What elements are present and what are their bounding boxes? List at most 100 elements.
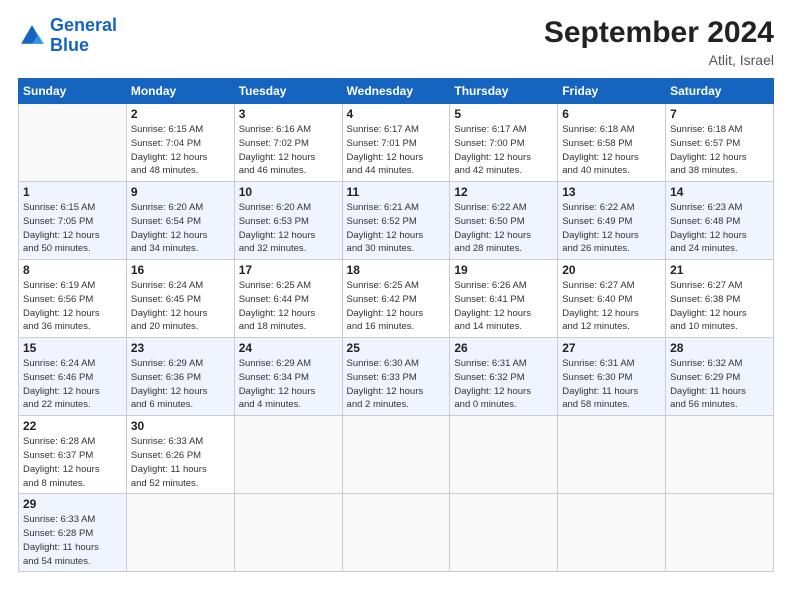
calendar-header-row: Sunday Monday Tuesday Wednesday Thursday… xyxy=(19,79,774,104)
location: Atlit, Israel xyxy=(544,52,774,68)
day-info: Sunrise: 6:22 AM Sunset: 6:49 PM Dayligh… xyxy=(562,201,661,256)
day-info: Sunrise: 6:24 AM Sunset: 6:46 PM Dayligh… xyxy=(23,357,122,412)
table-row: 15 Sunrise: 6:24 AM Sunset: 6:46 PM Dayli… xyxy=(19,338,127,416)
day-info: Sunrise: 6:20 AM Sunset: 6:54 PM Dayligh… xyxy=(131,201,230,256)
day-info: Sunrise: 6:17 AM Sunset: 7:00 PM Dayligh… xyxy=(454,123,553,178)
day-info: Sunrise: 6:28 AM Sunset: 6:37 PM Dayligh… xyxy=(23,435,122,490)
day-number: 27 xyxy=(562,341,661,355)
table-row: 22 Sunrise: 6:28 AM Sunset: 6:37 PM Dayli… xyxy=(19,416,127,494)
day-info: Sunrise: 6:24 AM Sunset: 6:45 PM Dayligh… xyxy=(131,279,230,334)
day-number: 29 xyxy=(23,497,122,511)
table-row xyxy=(450,416,558,494)
day-info: Sunrise: 6:27 AM Sunset: 6:38 PM Dayligh… xyxy=(670,279,769,334)
table-row: 5 Sunrise: 6:17 AM Sunset: 7:00 PM Daylig… xyxy=(450,104,558,182)
day-info: Sunrise: 6:22 AM Sunset: 6:50 PM Dayligh… xyxy=(454,201,553,256)
table-row: 1 Sunrise: 6:15 AM Sunset: 7:05 PM Daylig… xyxy=(19,182,127,260)
col-tuesday: Tuesday xyxy=(234,79,342,104)
table-row: 7 Sunrise: 6:18 AM Sunset: 6:57 PM Daylig… xyxy=(666,104,774,182)
col-thursday: Thursday xyxy=(450,79,558,104)
table-row: 6 Sunrise: 6:18 AM Sunset: 6:58 PM Daylig… xyxy=(558,104,666,182)
day-number: 3 xyxy=(239,107,338,121)
day-number: 9 xyxy=(131,185,230,199)
day-number: 10 xyxy=(239,185,338,199)
day-info: Sunrise: 6:25 AM Sunset: 6:42 PM Dayligh… xyxy=(347,279,446,334)
day-number: 12 xyxy=(454,185,553,199)
day-number: 18 xyxy=(347,263,446,277)
table-row: 28 Sunrise: 6:32 AM Sunset: 6:29 PM Dayli… xyxy=(666,338,774,416)
table-row xyxy=(19,104,127,182)
day-number: 2 xyxy=(131,107,230,121)
col-saturday: Saturday xyxy=(666,79,774,104)
table-row: 24 Sunrise: 6:29 AM Sunset: 6:34 PM Dayli… xyxy=(234,338,342,416)
day-info: Sunrise: 6:29 AM Sunset: 6:34 PM Dayligh… xyxy=(239,357,338,412)
day-info: Sunrise: 6:15 AM Sunset: 7:05 PM Dayligh… xyxy=(23,201,122,256)
table-row: 19 Sunrise: 6:26 AM Sunset: 6:41 PM Dayli… xyxy=(450,260,558,338)
day-number: 24 xyxy=(239,341,338,355)
day-info: Sunrise: 6:32 AM Sunset: 6:29 PM Dayligh… xyxy=(670,357,769,412)
day-number: 4 xyxy=(347,107,446,121)
table-row: 11 Sunrise: 6:21 AM Sunset: 6:52 PM Dayli… xyxy=(342,182,450,260)
table-row: 21 Sunrise: 6:27 AM Sunset: 6:38 PM Dayli… xyxy=(666,260,774,338)
table-row: 27Sunrise: 6:31 AM Sunset: 6:30 PM Dayli… xyxy=(558,338,666,416)
day-number: 22 xyxy=(23,419,122,433)
day-number: 8 xyxy=(23,263,122,277)
calendar: Sunday Monday Tuesday Wednesday Thursday… xyxy=(18,78,774,572)
day-info: Sunrise: 6:18 AM Sunset: 6:57 PM Dayligh… xyxy=(670,123,769,178)
day-number: 28 xyxy=(670,341,769,355)
day-number: 1 xyxy=(23,185,122,199)
table-row xyxy=(126,494,234,572)
table-row: 30Sunrise: 6:33 AM Sunset: 6:26 PM Dayli… xyxy=(126,416,234,494)
table-row: 2Sunrise: 6:15 AM Sunset: 7:04 PM Daylig… xyxy=(126,104,234,182)
day-info: Sunrise: 6:18 AM Sunset: 6:58 PM Dayligh… xyxy=(562,123,661,178)
table-row: 13 Sunrise: 6:22 AM Sunset: 6:49 PM Dayli… xyxy=(558,182,666,260)
day-number: 15 xyxy=(23,341,122,355)
day-info: Sunrise: 6:21 AM Sunset: 6:52 PM Dayligh… xyxy=(347,201,446,256)
header: General Blue September 2024 Atlit, Israe… xyxy=(18,16,774,68)
day-info: Sunrise: 6:20 AM Sunset: 6:53 PM Dayligh… xyxy=(239,201,338,256)
table-row xyxy=(234,416,342,494)
day-info: Sunrise: 6:23 AM Sunset: 6:48 PM Dayligh… xyxy=(670,201,769,256)
logo-text: General Blue xyxy=(50,16,117,56)
table-row xyxy=(558,494,666,572)
day-number: 7 xyxy=(670,107,769,121)
day-number: 26 xyxy=(454,341,553,355)
page: General Blue September 2024 Atlit, Israe… xyxy=(0,0,792,582)
day-number: 13 xyxy=(562,185,661,199)
col-sunday: Sunday xyxy=(19,79,127,104)
table-row: 4 Sunrise: 6:17 AM Sunset: 7:01 PM Daylig… xyxy=(342,104,450,182)
day-number: 30 xyxy=(131,419,230,433)
table-row: 29 Sunrise: 6:33 AM Sunset: 6:28 PM Dayli… xyxy=(19,494,127,572)
table-row xyxy=(666,494,774,572)
table-row: 17Sunrise: 6:25 AM Sunset: 6:44 PM Dayli… xyxy=(234,260,342,338)
day-number: 11 xyxy=(347,185,446,199)
day-number: 23 xyxy=(131,341,230,355)
col-monday: Monday xyxy=(126,79,234,104)
table-row xyxy=(558,416,666,494)
logo-icon xyxy=(18,22,46,50)
table-row: 18 Sunrise: 6:25 AM Sunset: 6:42 PM Dayli… xyxy=(342,260,450,338)
month-title: September 2024 xyxy=(544,16,774,50)
table-row: 8Sunrise: 6:19 AM Sunset: 6:56 PM Daylig… xyxy=(19,260,127,338)
day-number: 21 xyxy=(670,263,769,277)
table-row xyxy=(234,494,342,572)
table-row: 16Sunrise: 6:24 AM Sunset: 6:45 PM Dayli… xyxy=(126,260,234,338)
day-number: 19 xyxy=(454,263,553,277)
day-number: 14 xyxy=(670,185,769,199)
day-info: Sunrise: 6:26 AM Sunset: 6:41 PM Dayligh… xyxy=(454,279,553,334)
day-number: 5 xyxy=(454,107,553,121)
day-info: Sunrise: 6:33 AM Sunset: 6:28 PM Dayligh… xyxy=(23,513,122,568)
table-row: 3 Sunrise: 6:16 AM Sunset: 7:02 PM Daylig… xyxy=(234,104,342,182)
table-row: 9 Sunrise: 6:20 AM Sunset: 6:54 PM Daylig… xyxy=(126,182,234,260)
table-row xyxy=(666,416,774,494)
day-info: Sunrise: 6:31 AM Sunset: 6:32 PM Dayligh… xyxy=(454,357,553,412)
table-row: 10 Sunrise: 6:20 AM Sunset: 6:53 PM Dayli… xyxy=(234,182,342,260)
table-row: 20Sunrise: 6:27 AM Sunset: 6:40 PM Dayli… xyxy=(558,260,666,338)
day-info: Sunrise: 6:16 AM Sunset: 7:02 PM Dayligh… xyxy=(239,123,338,178)
day-number: 6 xyxy=(562,107,661,121)
day-info: Sunrise: 6:17 AM Sunset: 7:01 PM Dayligh… xyxy=(347,123,446,178)
day-info: Sunrise: 6:25 AM Sunset: 6:44 PM Dayligh… xyxy=(239,279,338,334)
title-area: September 2024 Atlit, Israel xyxy=(544,16,774,68)
table-row: 26 Sunrise: 6:31 AM Sunset: 6:32 PM Dayli… xyxy=(450,338,558,416)
day-info: Sunrise: 6:27 AM Sunset: 6:40 PM Dayligh… xyxy=(562,279,661,334)
logo: General Blue xyxy=(18,16,117,56)
